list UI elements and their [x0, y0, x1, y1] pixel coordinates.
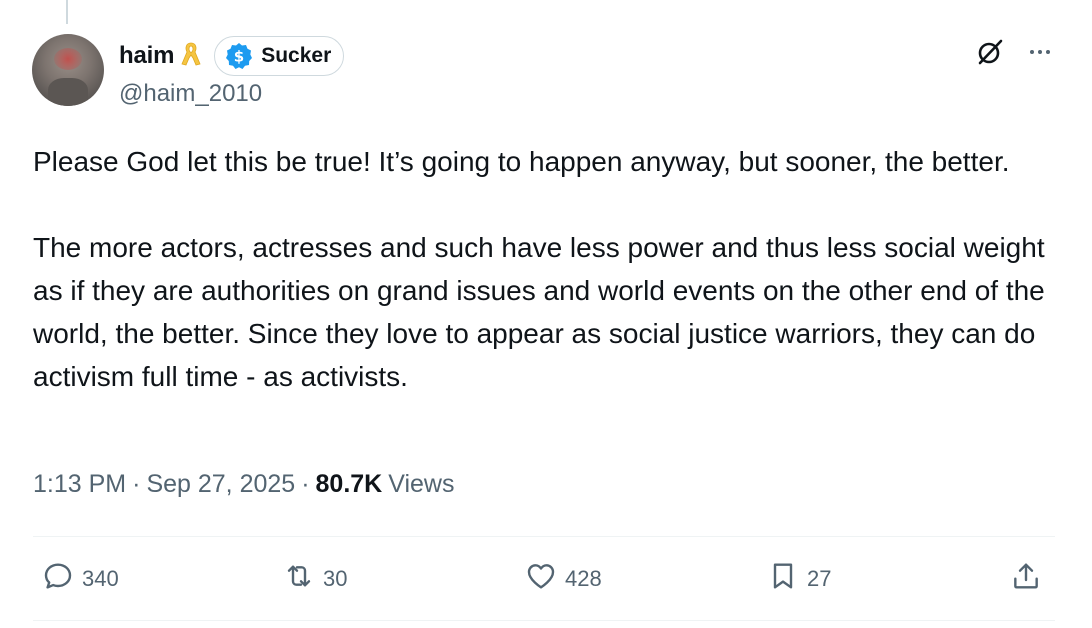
- heart-icon: [525, 560, 557, 598]
- author-name-row: haim $ Sucker: [119, 36, 345, 76]
- reply-count: 340: [82, 566, 119, 591]
- like-count: 428: [565, 566, 602, 591]
- repost-icon: [283, 560, 315, 598]
- reply-icon: [42, 560, 74, 598]
- more-icon[interactable]: [1024, 36, 1056, 68]
- tweet-text: Please God let this be true! It’s going …: [33, 140, 1053, 398]
- meta-separator: ·: [301, 470, 310, 498]
- repost-button[interactable]: 30: [283, 560, 347, 598]
- badge-label: Sucker: [261, 44, 332, 67]
- avatar[interactable]: [32, 34, 104, 106]
- tweet-actions-bar: 340 30 428 27: [0, 560, 1092, 600]
- tweet-paragraph: The more actors, actresses and such have…: [33, 232, 1045, 392]
- affiliation-badge[interactable]: $ Sucker: [214, 36, 345, 76]
- tweet-paragraph: Please God let this be true! It’s going …: [33, 146, 1010, 177]
- share-icon: [1010, 560, 1042, 598]
- divider: [33, 620, 1055, 621]
- bookmark-count: 27: [807, 566, 832, 591]
- repost-count: 30: [323, 566, 348, 591]
- reply-button[interactable]: 340: [42, 560, 119, 598]
- yellow-ribbon-icon: [180, 40, 202, 72]
- dollar-coin-icon: $: [225, 42, 253, 70]
- share-button[interactable]: [1010, 560, 1042, 598]
- author-handle[interactable]: @haim_2010: [119, 80, 262, 108]
- tweet-time[interactable]: 1:13 PM: [33, 470, 126, 499]
- tweet-date[interactable]: Sep 27, 2025: [146, 470, 295, 499]
- thread-connector-line: [66, 0, 68, 24]
- svg-text:$: $: [234, 48, 244, 66]
- grok-icon[interactable]: [974, 36, 1006, 68]
- views-count: 80.7K: [315, 470, 383, 498]
- meta-separator: ·: [132, 470, 141, 498]
- bookmark-button[interactable]: 27: [767, 560, 831, 598]
- bookmark-icon: [767, 560, 799, 598]
- like-button[interactable]: 428: [525, 560, 602, 598]
- views-label: Views: [388, 470, 455, 498]
- author-display-name[interactable]: haim: [119, 42, 174, 70]
- tweet-meta: 1:13 PM · Sep 27, 2025 · 80.7K Views: [33, 470, 454, 499]
- divider: [33, 536, 1055, 537]
- tweet-header-actions: [974, 36, 1056, 68]
